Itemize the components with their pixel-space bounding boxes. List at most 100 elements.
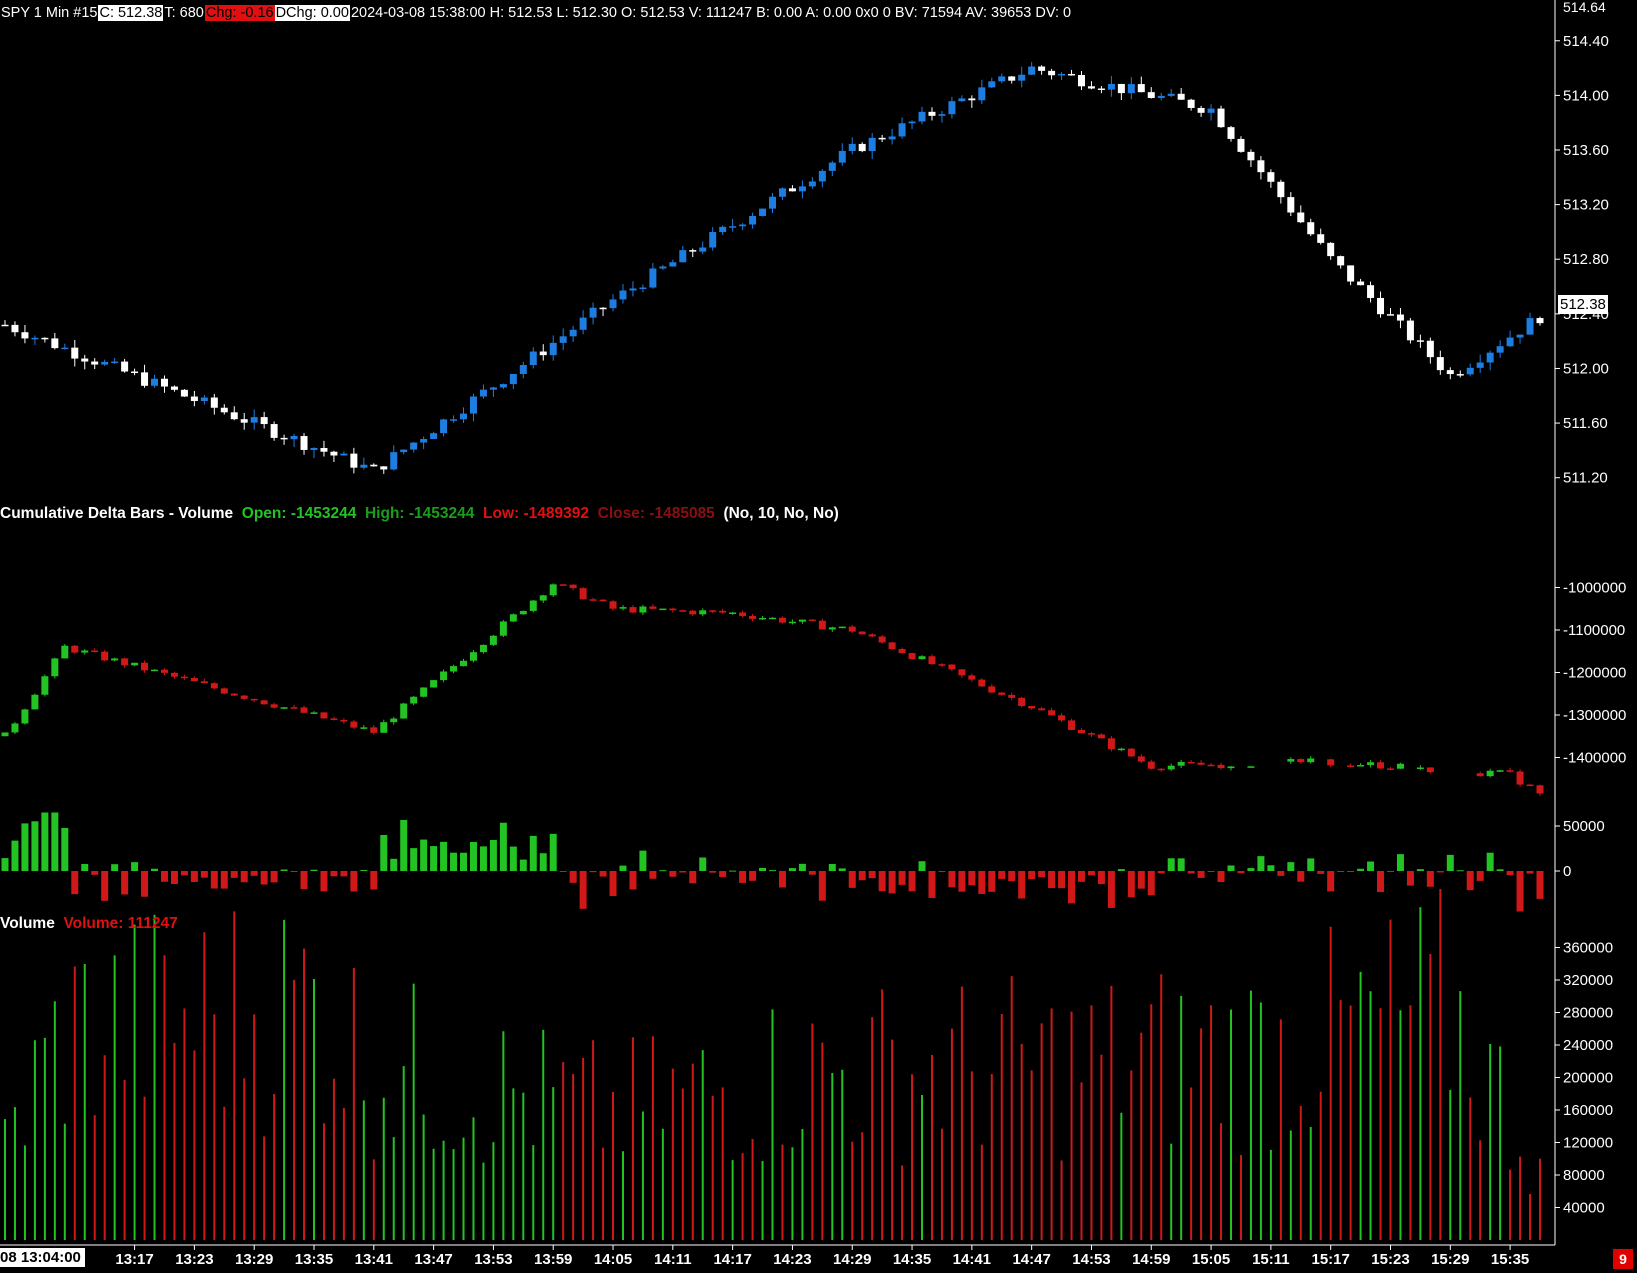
cdelta-bar <box>848 626 856 632</box>
delta-bar <box>400 819 408 871</box>
delta-bar <box>1506 871 1514 876</box>
cdelta-bar <box>499 621 507 636</box>
cdelta-bar <box>559 584 567 586</box>
delta-bar <box>719 871 727 878</box>
delta-bar <box>559 871 567 872</box>
delta-bar <box>1177 858 1185 871</box>
cdelta-bar <box>1536 785 1544 794</box>
price-candle <box>1337 256 1345 266</box>
cdelta-bar <box>1038 708 1046 711</box>
delta-bar <box>978 871 986 894</box>
cdelta-bar <box>310 712 318 714</box>
price-candle <box>11 324 19 333</box>
price-candle <box>659 266 667 269</box>
volume-tick-label: 200000 <box>1563 1070 1613 1087</box>
alert-badge[interactable]: 9 <box>1613 1249 1633 1269</box>
price-candle <box>1297 212 1305 223</box>
cdelta-bar <box>1157 768 1165 771</box>
delta-bar <box>1317 871 1325 874</box>
delta-bar <box>180 871 188 876</box>
price-candle <box>539 351 547 356</box>
time-tick-label: 14:17 <box>713 1251 751 1268</box>
cdelta-bar <box>858 631 866 635</box>
delta-bar <box>998 871 1006 879</box>
time-tick-label: 13:53 <box>474 1251 512 1268</box>
delta-bar <box>1008 871 1016 882</box>
price-candle <box>489 387 497 390</box>
delta-bar <box>808 871 816 875</box>
price-candle <box>240 419 248 423</box>
delta-bar <box>81 863 89 871</box>
price-candle <box>1 324 9 327</box>
delta-bar <box>1267 865 1275 871</box>
cdelta-bar <box>529 600 537 611</box>
delta-bar <box>31 821 39 871</box>
price-candle <box>250 417 258 423</box>
delta-bar <box>788 868 796 871</box>
delta-bar <box>1087 871 1095 876</box>
price-tick-label: 513.60 <box>1563 142 1609 159</box>
price-candle <box>609 299 617 309</box>
price-candle <box>101 361 109 365</box>
price-candle <box>1506 337 1514 347</box>
delta-bar <box>669 871 677 877</box>
price-candle <box>709 232 717 248</box>
cdelta-bar <box>320 712 328 719</box>
cdelta-bar <box>988 686 996 693</box>
delta-bar <box>1 858 9 871</box>
cdelta-bar <box>370 727 378 733</box>
cdelta-tick-label: -1100000 <box>1563 622 1625 639</box>
cdelta-bar <box>41 676 49 695</box>
delta-bar <box>729 870 737 872</box>
change-box: Chg: -0.16 <box>204 5 275 21</box>
price-candle <box>679 250 687 263</box>
delta-bar <box>51 812 59 871</box>
cdelta-bar <box>908 653 916 660</box>
delta-bar <box>848 871 856 888</box>
price-candle <box>210 397 218 408</box>
delta-bar <box>878 871 886 892</box>
delta-bar <box>1077 871 1085 882</box>
delta-bar <box>689 871 697 884</box>
delta-bar <box>170 871 178 884</box>
price-candle <box>769 196 776 209</box>
cdelta-bar <box>998 692 1006 695</box>
price-candle <box>170 386 178 390</box>
price-candle <box>908 121 916 124</box>
delta-bar <box>131 862 139 871</box>
time-tick-label: 13:59 <box>534 1251 572 1268</box>
cdelta-bar <box>649 606 657 609</box>
delta-bar <box>230 871 238 878</box>
price-candle <box>1058 73 1066 76</box>
price-candle <box>1267 172 1275 182</box>
price-candle <box>280 437 288 440</box>
price-candle <box>699 247 707 252</box>
price-top-label: 514.64 <box>1563 0 1606 15</box>
delta-bar <box>858 871 866 881</box>
price-candle <box>968 98 976 101</box>
delta-bar <box>71 871 79 895</box>
price-candle <box>1526 318 1534 335</box>
cdelta-bar <box>1117 748 1125 751</box>
delta-bar <box>1257 856 1265 871</box>
price-candle <box>549 342 557 356</box>
volume-value: Volume: 111247 <box>63 915 178 932</box>
delta-bar <box>1367 861 1375 871</box>
delta-bar <box>61 827 69 871</box>
volume-tick-label: 120000 <box>1563 1135 1613 1152</box>
delta-bar <box>111 864 119 871</box>
delta-bar <box>1097 871 1105 885</box>
time-tick-label: 14:29 <box>833 1251 871 1268</box>
volume-tick-label: 240000 <box>1563 1037 1613 1054</box>
cdelta-bar <box>61 645 69 659</box>
price-candle <box>1177 93 1185 100</box>
price-candle <box>410 442 418 450</box>
price-candle <box>1187 99 1195 108</box>
cdelta-bar <box>1386 768 1394 770</box>
price-candle <box>290 436 298 440</box>
delta-bar <box>160 871 168 882</box>
delta-bar <box>1516 871 1524 912</box>
price-candle <box>689 250 697 252</box>
cdelta-bar <box>609 601 617 609</box>
price-candle <box>350 453 358 468</box>
